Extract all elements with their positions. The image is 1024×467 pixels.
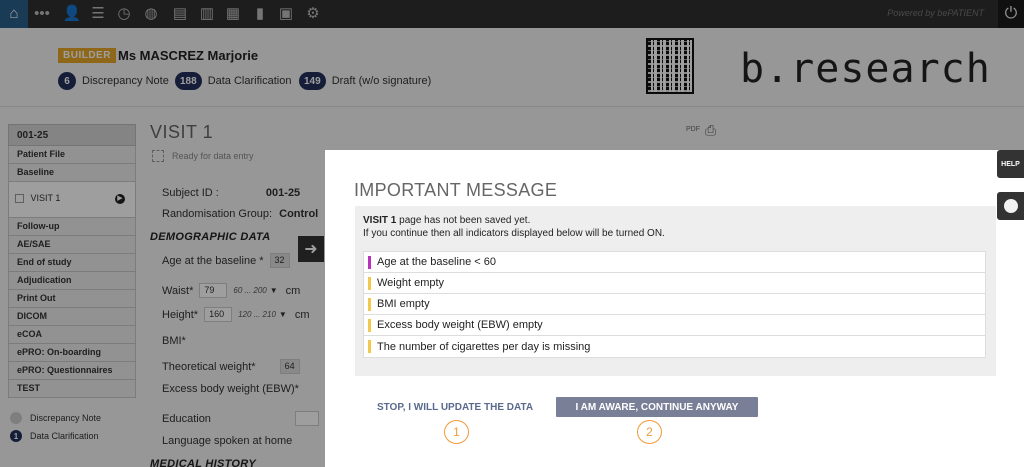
indicator-text: Excess body weight (EBW) empty bbox=[377, 319, 543, 331]
step-marker-1: 1 bbox=[444, 420, 469, 444]
list-item: BMI empty bbox=[364, 294, 985, 315]
message-line-2: If you continue then all indicators disp… bbox=[363, 228, 665, 239]
message-visit-name: VISIT 1 bbox=[363, 215, 397, 226]
indicator-text: Weight empty bbox=[377, 277, 445, 289]
message-line-1-text: page has not been saved yet. bbox=[396, 215, 531, 226]
indicator-text: BMI empty bbox=[377, 298, 430, 310]
indicator-text: The number of cigarettes per day is miss… bbox=[377, 340, 591, 353]
important-message-dialog: IMPORTANT MESSAGE VISIT 1 page has not b… bbox=[325, 150, 1024, 467]
indicator-bar bbox=[368, 340, 371, 353]
stop-update-button[interactable]: STOP, I WILL UPDATE THE DATA bbox=[365, 397, 545, 417]
list-item: Weight empty bbox=[364, 273, 985, 294]
help-button[interactable]: HELP bbox=[997, 150, 1024, 178]
indicator-bar bbox=[368, 297, 371, 311]
message-line-1: VISIT 1 page has not been saved yet. bbox=[363, 215, 530, 226]
list-item: The number of cigarettes per day is miss… bbox=[364, 336, 985, 357]
indicator-bar bbox=[368, 276, 371, 290]
list-item: Excess body weight (EBW) empty bbox=[364, 315, 985, 336]
circle-icon bbox=[1003, 199, 1018, 213]
message-panel: VISIT 1 page has not been saved yet. If … bbox=[355, 206, 996, 376]
indicator-bar bbox=[368, 255, 371, 269]
indicator-list: Age at the baseline < 60 Weight empty BM… bbox=[363, 251, 986, 358]
continue-anyway-button[interactable]: I AM AWARE, CONTINUE ANYWAY bbox=[556, 397, 758, 417]
indicator-text: Age at the baseline < 60 bbox=[377, 256, 496, 268]
step-marker-2: 2 bbox=[637, 420, 662, 444]
toggle-button[interactable] bbox=[997, 192, 1024, 220]
indicator-bar bbox=[368, 318, 371, 332]
list-item: Age at the baseline < 60 bbox=[364, 252, 985, 273]
dialog-title: IMPORTANT MESSAGE bbox=[354, 180, 558, 200]
